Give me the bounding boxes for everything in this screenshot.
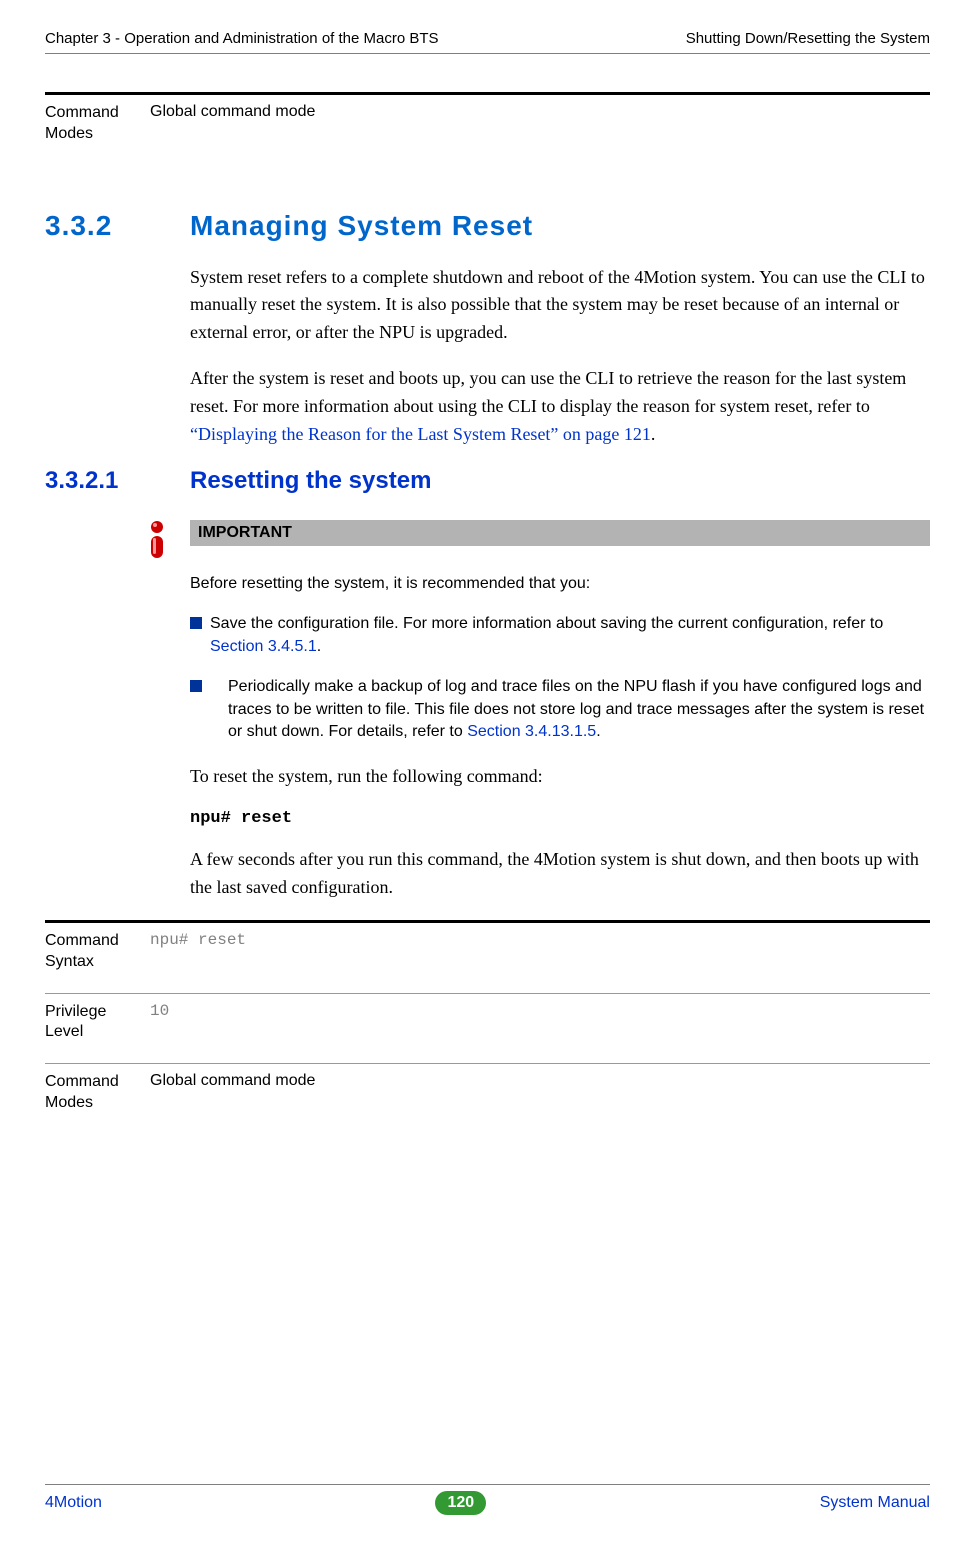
important-header: IMPORTANT <box>145 520 930 565</box>
subsection-heading: 3.3.2.1 Resetting the system <box>45 467 930 495</box>
row-value: Global command mode <box>150 1072 315 1114</box>
xref-link[interactable]: Section 3.4.13.1.5 <box>467 723 596 740</box>
page-header: Chapter 3 - Operation and Administration… <box>45 30 930 54</box>
row-label: Command Syntax <box>45 931 150 973</box>
row-label: Privilege Level <box>45 1002 150 1044</box>
bullet-text: Periodically make a backup of log and tr… <box>210 676 930 743</box>
table-row: Command Modes Global command mode <box>45 1064 930 1134</box>
table-row: Command Syntax npu# reset <box>45 923 930 994</box>
row-value: npu# reset <box>150 931 246 973</box>
xref-link[interactable]: “Displaying the Reason for the Last Syst… <box>190 424 651 444</box>
xref-link[interactable]: Section 3.4.5.1 <box>210 638 317 655</box>
header-right: Shutting Down/Resetting the System <box>686 30 930 47</box>
subsection-title: Resetting the system <box>190 467 431 495</box>
footer-right: System Manual <box>820 1494 930 1512</box>
footer-left: 4Motion <box>45 1494 102 1512</box>
paragraph: A few seconds after you run this command… <box>190 846 930 902</box>
bullet-text: Save the configuration file. For more in… <box>210 613 930 658</box>
text: . <box>596 723 600 740</box>
table-row: Command Modes Global command mode <box>45 95 930 165</box>
text: . <box>651 424 656 444</box>
row-value: Global command mode <box>150 103 315 145</box>
square-bullet-icon <box>190 680 202 692</box>
text: Save the configuration file. For more in… <box>210 615 883 632</box>
info-icon <box>145 520 190 565</box>
section-number: 3.3.2 <box>45 210 190 242</box>
paragraph: System reset refers to a complete shutdo… <box>190 264 930 348</box>
section-title: Managing System Reset <box>190 210 533 242</box>
header-left: Chapter 3 - Operation and Administration… <box>45 30 439 47</box>
text: . <box>317 638 321 655</box>
list-item: Periodically make a backup of log and tr… <box>190 676 930 743</box>
important-body: Before resetting the system, it is recom… <box>190 573 930 743</box>
command-line: npu# reset <box>190 809 930 828</box>
important-label: IMPORTANT <box>190 520 930 546</box>
page-number: 120 <box>435 1491 486 1515</box>
important-intro: Before resetting the system, it is recom… <box>190 573 930 595</box>
text: After the system is reset and boots up, … <box>190 368 906 416</box>
row-label: Command Modes <box>45 103 150 145</box>
square-bullet-icon <box>190 617 202 629</box>
page-footer: 4Motion 120 System Manual <box>45 1484 930 1515</box>
important-callout: IMPORTANT Before resetting the system, i… <box>145 520 930 743</box>
paragraph: After the system is reset and boots up, … <box>190 365 930 449</box>
list-item: Save the configuration file. For more in… <box>190 613 930 658</box>
section-heading: 3.3.2 Managing System Reset <box>45 210 930 242</box>
row-value: 10 <box>150 1002 169 1044</box>
subsection-number: 3.3.2.1 <box>45 467 190 495</box>
table-row: Privilege Level 10 <box>45 994 930 1065</box>
paragraph: To reset the system, run the following c… <box>190 763 930 791</box>
command-table-top: Command Modes Global command mode <box>45 92 930 165</box>
row-label: Command Modes <box>45 1072 150 1114</box>
command-table-bottom: Command Syntax npu# reset Privilege Leve… <box>45 920 930 1134</box>
